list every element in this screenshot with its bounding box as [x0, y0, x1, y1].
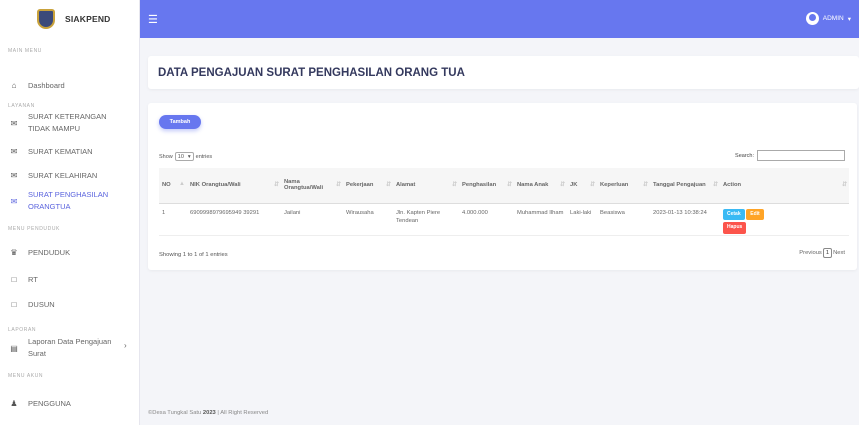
action-cell: Cetak Edit Hapus — [720, 203, 849, 235]
search-input[interactable] — [757, 150, 845, 161]
user-name: ADMIN — [822, 15, 844, 22]
sidebar-item-dusun[interactable]: □ DUSUN — [0, 300, 140, 309]
section-penduduk: MENU PENDUDUK — [8, 226, 60, 232]
sidebar-item-penduduk[interactable]: ♛ PENDUDUK — [0, 248, 140, 257]
chevron-down-icon: ▾ — [847, 15, 851, 23]
next-button[interactable]: Next — [833, 250, 845, 256]
column-header[interactable]: Tanggal Pengajuan ⇵ — [650, 168, 720, 204]
user-icon: ♟ — [10, 399, 18, 408]
page-button[interactable]: 1 — [822, 248, 833, 258]
square-icon: □ — [11, 300, 17, 309]
menu-toggle-icon[interactable]: ☰ — [148, 13, 158, 26]
pagination: Previous 1 Next — [799, 248, 845, 258]
edit-button[interactable]: Edit — [746, 208, 764, 220]
delete-button[interactable]: Hapus — [723, 222, 747, 234]
table-header-row: NO ▲ NIK Orangtua/Wali ⇵ Nama Orangtua/Wal… — [159, 168, 849, 204]
envelope-icon: ✉ — [10, 119, 18, 128]
book-icon: ▤ — [10, 344, 18, 353]
column-header[interactable]: Action ⇵ — [720, 168, 849, 204]
column-header[interactable]: Penghasilan ⇵ — [459, 168, 514, 204]
column-header[interactable]: Pekerjaan ⇵ — [343, 168, 393, 204]
entries-length: Show 10 ▾ entries — [159, 152, 213, 161]
section-akun: MENU AKUN — [8, 373, 44, 379]
column-header[interactable]: Nama Anak ⇵ — [514, 168, 567, 204]
sidebar-item-kelahiran[interactable]: ✉ SURAT KELAHIRAN — [0, 171, 140, 180]
sidebar-item-dashboard[interactable]: ⌂ Dashboard — [0, 81, 140, 90]
data-table: NO ▲ NIK Orangtua/Wali ⇵ Nama Orangtua/Wal… — [159, 168, 849, 236]
avatar — [805, 12, 819, 25]
user-menu[interactable]: ADMIN ▾ — [805, 12, 851, 25]
square-icon: □ — [11, 275, 17, 284]
entries-select[interactable]: 10 ▾ — [174, 152, 194, 161]
sidebar-item-penghasilan[interactable]: ✉ SURAT PENGHASILAN ORANGTUA — [0, 189, 140, 213]
chevron-right-icon: › — [124, 341, 127, 350]
envelope-icon: ✉ — [10, 171, 18, 180]
chevron-down-icon: ▾ — [187, 153, 191, 160]
users-icon: ♛ — [10, 248, 18, 257]
topbar: ☰ ADMIN ▾ — [140, 0, 859, 38]
sidebar-item-laporan[interactable]: ▤ Laporan Data Pengajuan Surat › — [0, 336, 140, 360]
section-main: MAIN MENU — [8, 48, 43, 54]
table-row: 1 6909998979695949 39291 Jailani Wirausa… — [159, 203, 849, 235]
sidebar: SIAKPEND MAIN MENU ⌂ Dashboard LAYANAN ✉ … — [0, 0, 140, 425]
logo-icon — [37, 9, 55, 29]
sidebar-item-pengguna[interactable]: ♟ PENGGUNA — [0, 399, 140, 408]
column-header[interactable]: Nama Orangtua/Wali ⇵ — [281, 168, 343, 204]
home-icon: ⌂ — [11, 81, 17, 90]
brand[interactable]: SIAKPEND — [0, 0, 139, 38]
print-button[interactable]: Cetak — [723, 208, 745, 220]
sidebar-item-sktm[interactable]: ✉ SURAT KETERANGAN TIDAK MAMPU — [0, 111, 140, 135]
envelope-icon: ✉ — [10, 147, 18, 156]
column-header[interactable]: JK ⇵ — [567, 168, 597, 204]
column-header[interactable]: Alamat ⇵ — [393, 168, 459, 204]
table-search: Search: — [735, 150, 845, 161]
sidebar-item-rt[interactable]: □ RT — [0, 275, 140, 284]
column-header[interactable]: NO ▲ — [159, 168, 187, 204]
add-button[interactable]: Tambah — [159, 115, 201, 129]
footer: ©Desa Tungkal Satu 2023 | All Right Rese… — [148, 410, 269, 416]
column-header[interactable]: NIK Orangtua/Wali ⇵ — [187, 168, 281, 204]
envelope-icon: ✉ — [10, 197, 18, 206]
page-header: DATA PENGAJUAN SURAT PENGHASILAN ORANG T… — [148, 56, 859, 89]
page-title: DATA PENGAJUAN SURAT PENGHASILAN ORANG T… — [158, 67, 465, 79]
sidebar-item-kematian[interactable]: ✉ SURAT KEMATIAN — [0, 147, 140, 156]
section-laporan: LAPORAN — [8, 327, 37, 333]
data-card: Tambah Show 10 ▾ entries Search: NO ▲ NIK… — [148, 103, 857, 270]
section-layanan: LAYANAN — [8, 103, 35, 109]
column-header[interactable]: Keperluan ⇵ — [597, 168, 650, 204]
previous-button[interactable]: Previous — [799, 250, 822, 256]
table-info: Showing 1 to 1 of 1 entries — [159, 252, 228, 258]
app-name: SIAKPEND — [65, 14, 111, 24]
